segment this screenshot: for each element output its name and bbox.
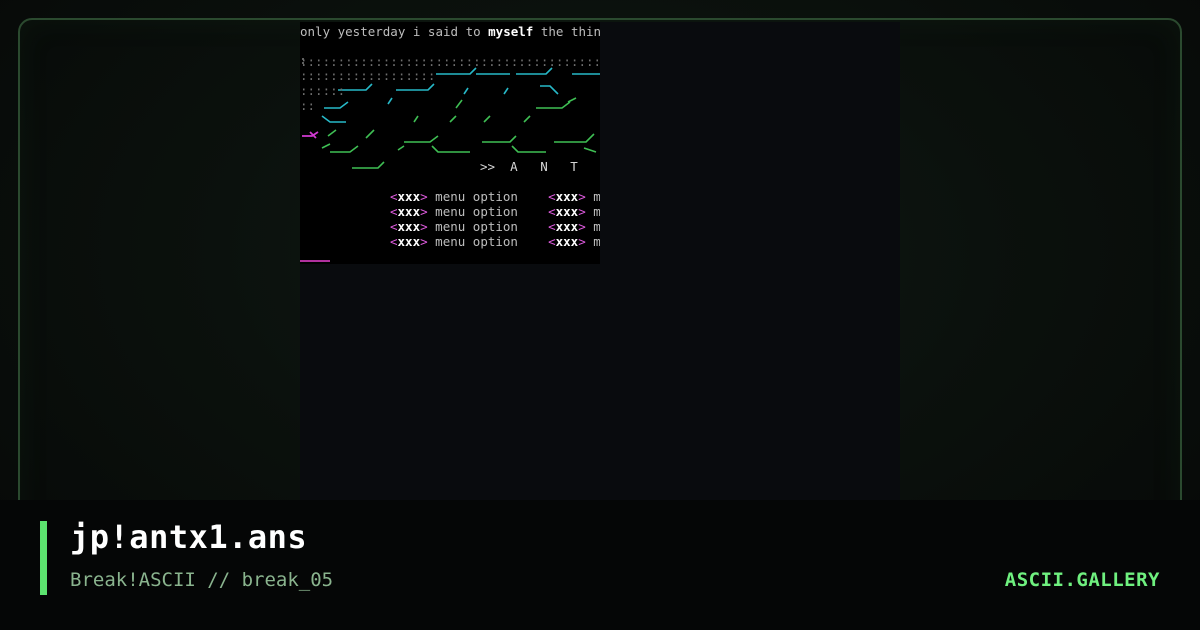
dotted-row-4: :: [300,98,316,113]
brand-link[interactable]: ASCII.GALLERY [1005,569,1160,591]
magenta-accent [302,131,319,139]
artwork-underline [300,260,330,262]
artwork-top-line: only yesterday i said to myself the thin [300,24,600,39]
menu-row-3: <xxx> menu option <xxx> m [390,219,600,234]
artwork-tagline: >> A N T [480,159,578,174]
artwork-title: jp!antx1.ans [70,518,308,556]
green-strokes [321,97,597,169]
menu-row-4: <xxx> menu option <xxx> m [390,234,600,249]
ansi-artwork: only yesterday i said to myself the thin [300,22,600,264]
dotted-row-3: :::::: [300,83,346,98]
menu-row-2: <xxx> menu option <xxx> m [390,204,600,219]
accent-bar [40,521,47,595]
menu-row-1: <xxx> menu option <xxx> m [390,189,600,204]
dotted-row-2: :::::::::::::::::: [300,68,436,83]
artwork-subtitle: Break!ASCII // break_05 [70,569,334,591]
dotted-row-1: ::::::::::::::::::::::::::::::::::::::::… [300,54,600,69]
